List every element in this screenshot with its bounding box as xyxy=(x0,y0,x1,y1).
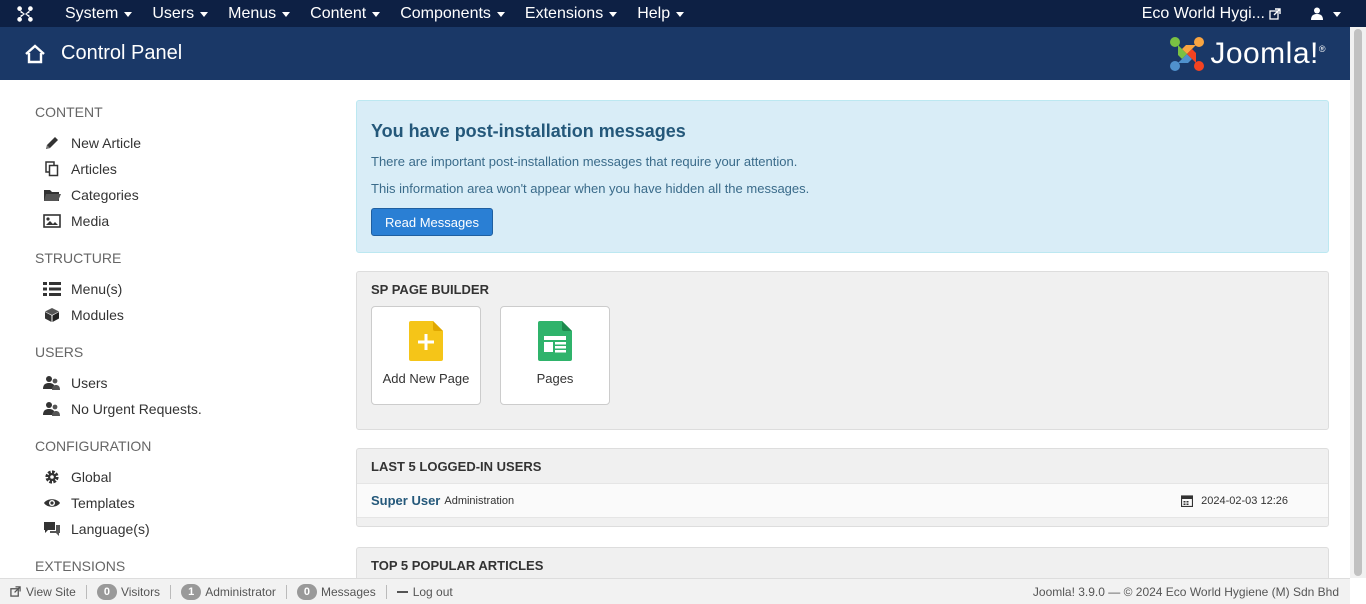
menu-help[interactable]: Help xyxy=(627,0,694,27)
sidebar-item-categories[interactable]: Categories xyxy=(35,182,315,208)
sidebar-item-new-article[interactable]: New Article xyxy=(35,130,315,156)
table-row: Super User Administration 2024-02-03 12:… xyxy=(357,483,1328,518)
top-navbar: System Users Menus Content Components Ex… xyxy=(0,0,1366,27)
menu-components[interactable]: Components xyxy=(390,0,515,27)
sidebar-group-content: CONTENT New Article Articles Categories … xyxy=(35,104,315,234)
panel-title: TOP 5 POPULAR ARTICLES xyxy=(371,558,544,573)
menu-content[interactable]: Content xyxy=(300,0,390,27)
menu-system[interactable]: System xyxy=(50,0,142,27)
users-icon xyxy=(43,400,61,418)
user-menu[interactable] xyxy=(1311,7,1341,20)
scrollbar-thumb[interactable] xyxy=(1354,29,1362,576)
add-new-page-tile[interactable]: Add New Page xyxy=(371,306,481,405)
sidebar-item-no-urgent-requests[interactable]: No Urgent Requests. xyxy=(35,396,315,422)
users-icon xyxy=(43,374,61,392)
calendar-icon xyxy=(1181,494,1194,507)
joomla-logo-icon xyxy=(1170,37,1205,71)
view-site-link[interactable]: View Site xyxy=(0,584,87,599)
caret-down-icon xyxy=(609,12,618,17)
menu-users[interactable]: Users xyxy=(142,0,218,27)
list-icon xyxy=(43,280,61,298)
site-link[interactable]: Eco World Hygi... xyxy=(1142,5,1281,23)
sidebar-item-modules[interactable]: Modules xyxy=(35,302,315,328)
external-link-icon xyxy=(1269,7,1281,20)
eye-icon xyxy=(43,494,61,512)
login-date: 2024-02-03 12:26 xyxy=(1181,495,1288,507)
user-name-link[interactable]: Super User xyxy=(371,493,440,508)
copy-icon xyxy=(43,160,61,178)
caret-down-icon xyxy=(282,12,291,17)
panel-title: SP PAGE BUILDER xyxy=(371,282,489,297)
admin-status: 1 Administrator xyxy=(171,583,287,600)
caret-down-icon xyxy=(372,12,381,17)
visitors-badge: 0 xyxy=(96,583,117,600)
sidebar-group-extensions: EXTENSIONS xyxy=(35,558,315,574)
minus-icon xyxy=(396,590,408,593)
pages-tile[interactable]: Pages xyxy=(500,306,610,405)
sp-tiles: Add New Page Pages xyxy=(357,306,1328,429)
sidebar-heading: STRUCTURE xyxy=(35,250,122,266)
vertical-scrollbar[interactable] xyxy=(1350,27,1366,578)
copyright-text: Joomla! 3.9.0 — © 2024 Eco World Hygiene… xyxy=(1032,584,1339,599)
folder-icon xyxy=(43,186,61,204)
sp-page-builder-panel: SP PAGE BUILDER Add New Page Pages xyxy=(356,271,1329,430)
pencil-icon xyxy=(43,134,61,152)
sidebar-heading: USERS xyxy=(35,344,84,360)
sidebar-item-users[interactable]: Users xyxy=(35,370,315,396)
image-icon xyxy=(43,212,61,230)
cog-icon xyxy=(43,468,61,486)
alert-title: You have post-installation messages xyxy=(371,121,686,141)
pages-icon xyxy=(538,321,572,361)
sidebar-item-templates[interactable]: Templates xyxy=(35,490,315,516)
sidebar-heading: CONFIGURATION xyxy=(35,438,152,454)
sidebar: CONTENT New Article Articles Categories … xyxy=(35,104,315,590)
menu-menus[interactable]: Menus xyxy=(218,0,300,27)
sidebar-heading: EXTENSIONS xyxy=(35,558,126,574)
panel-title: LAST 5 LOGGED-IN USERS xyxy=(371,459,542,474)
visitors-status: 0 Visitors xyxy=(87,583,172,600)
sidebar-item-global[interactable]: Global xyxy=(35,464,315,490)
caret-down-icon xyxy=(124,12,133,17)
messages-badge: 0 xyxy=(296,583,317,600)
user-icon xyxy=(1311,7,1323,20)
home-icon xyxy=(25,43,45,63)
sidebar-item-articles[interactable]: Articles xyxy=(35,156,315,182)
main-content: You have post-installation messages Ther… xyxy=(356,100,1329,587)
sidebar-item-menus[interactable]: Menu(s) xyxy=(35,276,315,302)
messages-link[interactable]: 0 Messages xyxy=(287,583,387,600)
post-install-alert: You have post-installation messages Ther… xyxy=(356,100,1329,253)
page-header: Control Panel Joomla!® xyxy=(0,27,1350,80)
logout-link[interactable]: Log out xyxy=(387,585,463,599)
add-page-icon xyxy=(409,321,443,361)
sidebar-item-media[interactable]: Media xyxy=(35,208,315,234)
menu-extensions[interactable]: Extensions xyxy=(515,0,627,27)
tile-label: Add New Page xyxy=(382,371,470,386)
logged-users-panel: LAST 5 LOGGED-IN USERS Super User Admini… xyxy=(356,448,1329,527)
navbar-right: Eco World Hygi... xyxy=(1142,0,1341,27)
joomla-logo-text: Joomla!® xyxy=(1210,37,1326,70)
sidebar-group-configuration: CONFIGURATION Global Templates Language(… xyxy=(35,438,315,542)
alert-line-1: There are important post-installation me… xyxy=(371,154,798,169)
sidebar-item-languages[interactable]: Language(s) xyxy=(35,516,315,542)
main-menu: System Users Menus Content Components Ex… xyxy=(50,0,694,27)
alert-line-2: This information area won't appear when … xyxy=(371,181,810,196)
external-link-icon xyxy=(10,586,21,597)
joomla-logo: Joomla!® xyxy=(1168,35,1326,73)
caret-down-icon xyxy=(496,12,505,17)
sidebar-group-users: USERS Users No Urgent Requests. xyxy=(35,344,315,422)
caret-down-icon xyxy=(1333,12,1341,17)
page-title: Control Panel xyxy=(61,42,183,64)
comments-icon xyxy=(43,520,61,538)
cube-icon xyxy=(43,306,61,324)
admin-badge: 1 xyxy=(181,583,202,600)
read-messages-button[interactable]: Read Messages xyxy=(371,208,493,236)
status-bar: View Site 0 Visitors 1 Administrator 0 M… xyxy=(0,578,1350,604)
sidebar-heading: CONTENT xyxy=(35,104,103,120)
tile-label: Pages xyxy=(536,371,574,386)
joomla-brand-icon[interactable] xyxy=(0,0,50,27)
user-role: Administration xyxy=(444,494,515,507)
caret-down-icon xyxy=(676,12,685,17)
caret-down-icon xyxy=(200,12,209,17)
sidebar-group-structure: STRUCTURE Menu(s) Modules xyxy=(35,250,315,328)
